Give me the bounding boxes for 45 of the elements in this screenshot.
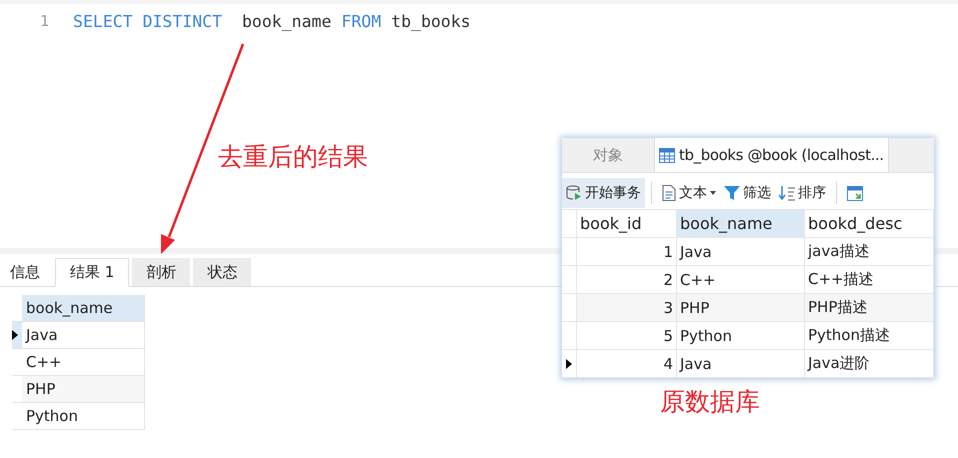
table-cell: Java <box>677 238 805 266</box>
toolbar-button[interactable]: 开始事务 <box>562 178 645 208</box>
table-cell: Python <box>677 322 805 350</box>
table-cell: 3 <box>577 294 677 322</box>
table-cell: 1 <box>577 238 677 266</box>
toolbar-button[interactable]: 文本 <box>658 178 720 208</box>
column-header[interactable]: book_name <box>677 210 805 238</box>
table-cell: Python <box>22 403 145 430</box>
sort-icon <box>779 185 795 201</box>
database-icon <box>566 185 582 201</box>
table-icon[interactable] <box>847 186 863 200</box>
column-header[interactable]: bookd_desc <box>805 210 934 238</box>
result-tab[interactable]: 剖析 <box>132 258 190 286</box>
toolbar-button[interactable]: 筛选 <box>720 178 775 208</box>
table-cell: Java <box>677 350 805 378</box>
line-number: 1 <box>40 12 50 32</box>
result-tab[interactable]: 信息 <box>0 258 52 286</box>
table-cell: java描述 <box>805 238 934 266</box>
toolbar-button[interactable]: 排序 <box>775 178 830 208</box>
code-token: book_name <box>240 12 332 31</box>
code-token: SELECT DISTINCT <box>73 12 222 31</box>
row-header[interactable] <box>562 350 577 378</box>
table-cell: Java进阶 <box>805 350 934 378</box>
annotation-text: 原数据库 <box>660 386 760 418</box>
table-icon <box>659 148 675 162</box>
code-token: tb_books <box>391 12 471 31</box>
table-cell: Python描述 <box>805 322 934 350</box>
current-row-icon <box>566 358 572 370</box>
document-icon <box>662 185 676 201</box>
result-tab[interactable]: 结果 1 <box>55 258 130 287</box>
code-token: FROM <box>341 12 382 31</box>
table-cell: Java <box>22 322 145 349</box>
caret-icon <box>710 191 716 195</box>
row-header[interactable] <box>12 322 22 349</box>
window-tab[interactable]: tb_books @book (localhost... <box>654 138 889 172</box>
table-cell: PHP描述 <box>805 294 934 322</box>
column-header[interactable]: book_name <box>22 295 145 322</box>
table-cell: 4 <box>577 350 677 378</box>
filter-icon <box>724 185 740 201</box>
result-tab[interactable]: 状态 <box>193 258 252 286</box>
current-row-icon <box>12 329 18 341</box>
table-cell: PHP <box>22 376 145 403</box>
table-cell: PHP <box>677 294 805 322</box>
table-cell: 5 <box>577 322 677 350</box>
annotation-text: 去重后的结果 <box>218 141 368 173</box>
